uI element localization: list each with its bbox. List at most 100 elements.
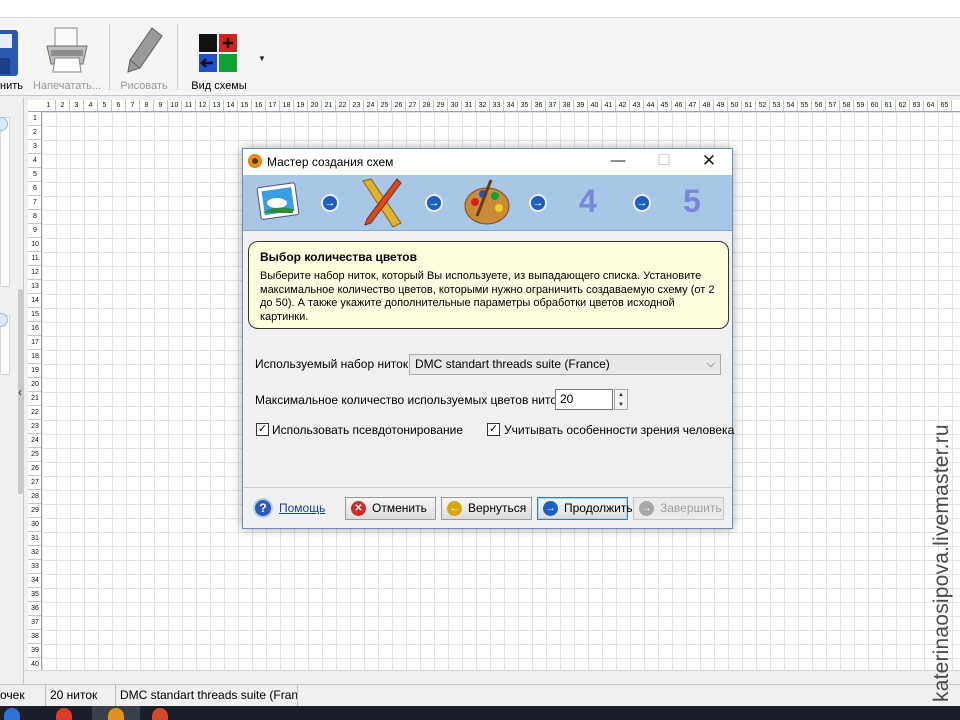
statusbar: очек 20 ниток DMC standart threads suite… [0, 684, 960, 707]
dialog-title: Мастер создания схем [267, 155, 394, 169]
ruler-column-label: 5 [98, 100, 112, 111]
view-dropdown-arrow-icon[interactable]: ▼ [258, 54, 266, 63]
help-link[interactable]: Помощь [279, 501, 325, 515]
ruler-column-label: 8 [140, 100, 154, 111]
ruler-column-label: 60 [868, 100, 882, 111]
ruler-column-label: 40 [588, 100, 602, 111]
picture-step-icon [256, 182, 300, 220]
ruler-column-label: 27 [406, 100, 420, 111]
ruler-column-label: 2 [56, 100, 70, 111]
wizard-steps-banner: → → → 4 → 5 [243, 175, 732, 231]
cancel-button[interactable]: ✕ Отменить [345, 497, 436, 520]
step-heading: Выбор количества цветов [260, 250, 417, 264]
ruler-row-label: 7 [28, 196, 41, 210]
back-button[interactable]: ← Вернуться [441, 497, 532, 520]
ruler-row-label: 32 [28, 546, 41, 560]
ruler-column-label: 44 [644, 100, 658, 111]
taskbar-browser-icon[interactable] [56, 708, 72, 720]
ribbon-tab-strip [0, 0, 960, 18]
view-scheme-button[interactable]: Вид схемы [186, 22, 252, 96]
ruler-column-label: 16 [252, 100, 266, 111]
ruler-row-label: 6 [28, 182, 41, 196]
next-step-arrow-icon: → [633, 194, 651, 212]
taskbar [0, 706, 960, 720]
printer-icon [46, 27, 88, 73]
ruler-column-label: 4 [84, 100, 98, 111]
ruler-column-label: 52 [756, 100, 770, 111]
taskbar-wizard-icon [108, 708, 124, 720]
continue-label: Продолжить [564, 501, 633, 515]
continue-arrow-icon: → [543, 501, 558, 516]
ruler-row-label: 33 [28, 560, 41, 574]
ruler-column-label: 10 [168, 100, 182, 111]
ruler-row-label: 27 [28, 476, 41, 490]
ruler-column-label: 24 [364, 100, 378, 111]
dialog-titlebar[interactable]: Мастер создания схем — ☐ ✕ [243, 149, 732, 175]
ruler-column-label: 20 [308, 100, 322, 111]
thread-set-select[interactable]: DMC standart threads suite (France) ⌵ [409, 354, 721, 375]
status-thread-count: 20 ниток [46, 685, 116, 707]
ruler-row-label: 25 [28, 448, 41, 462]
horizontal-scrollbar[interactable] [24, 670, 960, 684]
print-button[interactable]: Напечатать... [30, 22, 104, 96]
draw-label: Рисовать [120, 80, 168, 92]
taskbar-presentation-icon[interactable] [152, 708, 168, 720]
ruler-column-label: 1 [42, 100, 56, 111]
spin-up-icon[interactable]: ▲ [615, 390, 627, 400]
ruler-column-label: 62 [896, 100, 910, 111]
close-button[interactable]: ✕ [686, 149, 732, 175]
minimize-button[interactable]: — [595, 149, 641, 175]
ruler-column-label: 22 [336, 100, 350, 111]
ruler-row-label: 8 [28, 210, 41, 224]
ruler-column-label: 56 [812, 100, 826, 111]
ruler-column-label: 65 [938, 100, 952, 111]
ruler-column-label: 28 [420, 100, 434, 111]
save-button[interactable]: нить [0, 22, 24, 96]
draw-button[interactable]: Рисовать [116, 22, 172, 96]
ruler-column-label: 39 [574, 100, 588, 111]
ruler-column-label: 42 [616, 100, 630, 111]
ruler-column-label: 30 [448, 100, 462, 111]
status-points: очек [0, 685, 46, 707]
ruler-column-label: 53 [770, 100, 784, 111]
ruler-column-label: 9 [154, 100, 168, 111]
ruler-column-label: 35 [518, 100, 532, 111]
next-step-arrow-icon: → [321, 194, 339, 212]
ruler-row-label: 4 [28, 154, 41, 168]
ruler-column-label: 34 [504, 100, 518, 111]
ruler-column-label: 59 [854, 100, 868, 111]
taskbar-app-icon[interactable] [4, 708, 20, 720]
ruler-column-label: 38 [560, 100, 574, 111]
finish-label: Завершить [660, 501, 722, 515]
thread-set-label: Используемый набор ниток: [255, 357, 412, 371]
ruler-column-label: 26 [392, 100, 406, 111]
app-flower-icon [248, 154, 262, 168]
max-colors-input[interactable]: 20 [555, 389, 613, 410]
save-icon [0, 30, 18, 76]
ruler-column-label: 58 [840, 100, 854, 111]
human-vision-checkbox[interactable]: ✓ [487, 423, 500, 436]
ruler-row-label: 11 [28, 252, 41, 266]
ruler-column-label: 17 [266, 100, 280, 111]
next-step-arrow-icon: → [529, 194, 547, 212]
spin-down-icon[interactable]: ▼ [615, 400, 627, 410]
ruler-column-label: 21 [322, 100, 336, 111]
ruler-row-label: 22 [28, 406, 41, 420]
chevron-left-icon[interactable]: ‹ [18, 385, 22, 399]
step-info-box: Выбор количества цветов Выберите набор н… [248, 241, 729, 329]
ruler-column-label: 37 [546, 100, 560, 111]
ruler-column-label: 57 [826, 100, 840, 111]
ruler-row-label: 40 [28, 658, 41, 670]
continue-button[interactable]: → Продолжить [537, 497, 633, 520]
pseudotoning-checkbox[interactable]: ✓ [256, 423, 269, 436]
taskbar-active-app[interactable] [92, 706, 140, 720]
palette-step-icon [464, 179, 510, 225]
ruler-column-label: 13 [210, 100, 224, 111]
app-window: нить Напечатать... Рисовать Вид схемы ▼ … [0, 0, 960, 720]
ruler-row-label: 37 [28, 616, 41, 630]
max-colors-stepper[interactable]: ▲ ▼ [614, 389, 628, 410]
next-step-arrow-icon: → [425, 194, 443, 212]
ruler-column-label: 45 [658, 100, 672, 111]
ruler-row-label: 10 [28, 238, 41, 252]
help-icon[interactable]: ? [253, 498, 273, 518]
